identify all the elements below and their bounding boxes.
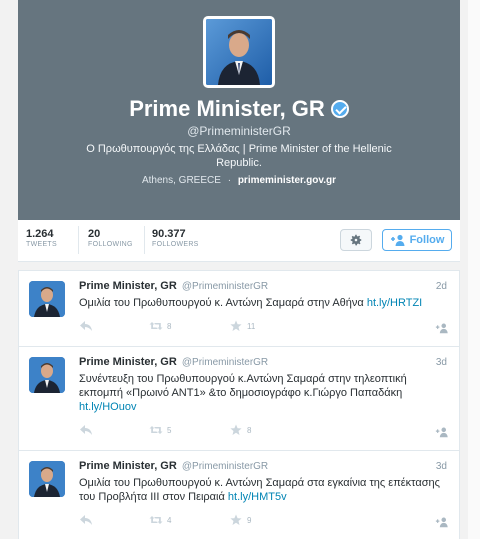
follow-author-button[interactable] [435, 426, 449, 438]
tweet-actions: 5 8 [79, 424, 449, 442]
favorite-count: 9 [247, 515, 252, 525]
retweet-count: 8 [167, 321, 172, 331]
tweet-actions: 8 11 [79, 320, 449, 338]
tweet-author-handle[interactable]: @PrimeministerGR [182, 357, 268, 368]
tweet-text: Συνέντευξη του Πρωθυπουργού κ.Αντώνη Σαμ… [79, 372, 447, 414]
profile-avatar[interactable] [203, 16, 275, 88]
stat-followers[interactable]: 90.377 FOLLOWERS [152, 228, 207, 249]
profile-handle[interactable]: @PrimeministerGR [18, 124, 460, 138]
stat-following-value: 20 [88, 228, 101, 240]
add-user-icon [435, 427, 448, 438]
profile-website-link[interactable]: primeminister.gov.gr [238, 175, 336, 186]
gear-icon [350, 234, 362, 246]
stat-followers-label: FOLLOWERS [152, 241, 199, 248]
profile-bio: Ο Πρωθυπουργός της Ελλάδας | Prime Minis… [86, 143, 392, 169]
tweet-link[interactable]: ht.ly/HRTZI [367, 297, 422, 309]
follow-author-button[interactable] [435, 322, 449, 334]
star-icon [230, 320, 242, 331]
stat-divider [144, 226, 145, 254]
location-separator: · [227, 175, 232, 186]
tweet-avatar[interactable] [29, 461, 65, 497]
settings-dropdown-button[interactable] [340, 229, 372, 251]
stat-followers-value: 90.377 [152, 228, 186, 240]
star-icon [230, 424, 242, 435]
reply-button[interactable] [79, 514, 93, 526]
add-user-icon [390, 234, 405, 246]
profile-name: Prime Minister, GR [129, 96, 325, 121]
profile-location: Athens, GREECE [141, 175, 221, 186]
retweet-icon [149, 516, 163, 524]
favorite-button[interactable]: 8 [229, 424, 251, 436]
profile-stats-bar: 1.264 TWEETS 20 FOLLOWING 90.377 FOLLOWE… [18, 220, 460, 262]
follow-button-label: Follow [409, 234, 445, 246]
retweet-count: 5 [167, 425, 172, 435]
tweet-header: Prime Minister, GR @PrimeministerGR [79, 459, 447, 474]
tweet-timestamp[interactable]: 3d [436, 461, 447, 472]
reply-button[interactable] [79, 320, 93, 332]
favorite-count: 11 [247, 321, 256, 331]
stat-following[interactable]: 20 FOLLOWING [88, 228, 141, 249]
favorite-count: 8 [247, 425, 252, 435]
page-scrollbar[interactable] [468, 0, 480, 539]
tweet-link[interactable]: ht.ly/HOuov [79, 401, 136, 413]
tweet-author-handle[interactable]: @PrimeministerGR [182, 281, 268, 292]
retweet-button[interactable]: 8 [149, 320, 171, 332]
stat-tweets-value: 1.264 [26, 228, 54, 240]
reply-icon [80, 425, 92, 435]
tweet-author-handle[interactable]: @PrimeministerGR [182, 461, 268, 472]
tweet-link[interactable]: ht.ly/HMT5v [228, 491, 287, 503]
retweet-button[interactable]: 4 [149, 514, 171, 526]
tweet-header: Prime Minister, GR @PrimeministerGR [79, 279, 447, 294]
tweet-text: Ομιλία του Πρωθυπουργού κ. Αντώνη Σαμαρά… [79, 296, 447, 310]
profile-name-row: Prime Minister, GR [18, 96, 460, 122]
add-user-icon [435, 517, 448, 528]
tweet-avatar[interactable] [29, 357, 65, 393]
tweet-item[interactable]: Prime Minister, GR @PrimeministerGR 2d Ο… [19, 271, 459, 347]
add-user-icon [435, 323, 448, 334]
tweet-timestamp[interactable]: 3d [436, 357, 447, 368]
reply-icon [80, 321, 92, 331]
retweet-button[interactable]: 5 [149, 424, 171, 436]
reply-icon [80, 515, 92, 525]
tweet-text: Ομιλία του Πρωθυπουργού κ. Αντώνη Σαμαρά… [79, 476, 447, 504]
tweet-body: Συνέντευξη του Πρωθυπουργού κ.Αντώνη Σαμ… [79, 373, 407, 399]
retweet-count: 4 [167, 515, 172, 525]
tweet-avatar[interactable] [29, 281, 65, 317]
stat-following-label: FOLLOWING [88, 241, 133, 248]
profile-card: Prime Minister, GR @PrimeministerGR Ο Πρ… [18, 0, 460, 220]
reply-button[interactable] [79, 424, 93, 436]
tweet-item[interactable]: Prime Minister, GR @PrimeministerGR 3d Ο… [19, 451, 459, 539]
favorite-button[interactable]: 9 [229, 514, 251, 526]
stat-divider [78, 226, 79, 254]
follow-button[interactable]: Follow [382, 229, 452, 251]
verified-badge-icon [330, 100, 349, 118]
star-icon [230, 514, 242, 525]
tweet-header: Prime Minister, GR @PrimeministerGR [79, 355, 447, 370]
tweet-body: Ομιλία του Πρωθυπουργού κ. Αντώνη Σαμαρά… [79, 297, 367, 309]
profile-location-row: Athens, GREECE · primeminister.gov.gr [18, 175, 460, 186]
follow-author-button[interactable] [435, 516, 449, 528]
tweet-author-name[interactable]: Prime Minister, GR [79, 356, 177, 368]
favorite-button[interactable]: 11 [229, 320, 255, 332]
tweet-timeline: Prime Minister, GR @PrimeministerGR 2d Ο… [18, 270, 460, 539]
stat-tweets[interactable]: 1.264 TWEETS [26, 228, 65, 249]
tweet-actions: 4 9 [79, 514, 449, 532]
stat-tweets-label: TWEETS [26, 241, 57, 248]
tweet-author-name[interactable]: Prime Minister, GR [79, 280, 177, 292]
tweet-author-name[interactable]: Prime Minister, GR [79, 460, 177, 472]
retweet-icon [149, 322, 163, 330]
tweet-timestamp[interactable]: 2d [436, 281, 447, 292]
tweet-item[interactable]: Prime Minister, GR @PrimeministerGR 3d Σ… [19, 347, 459, 451]
retweet-icon [149, 426, 163, 434]
